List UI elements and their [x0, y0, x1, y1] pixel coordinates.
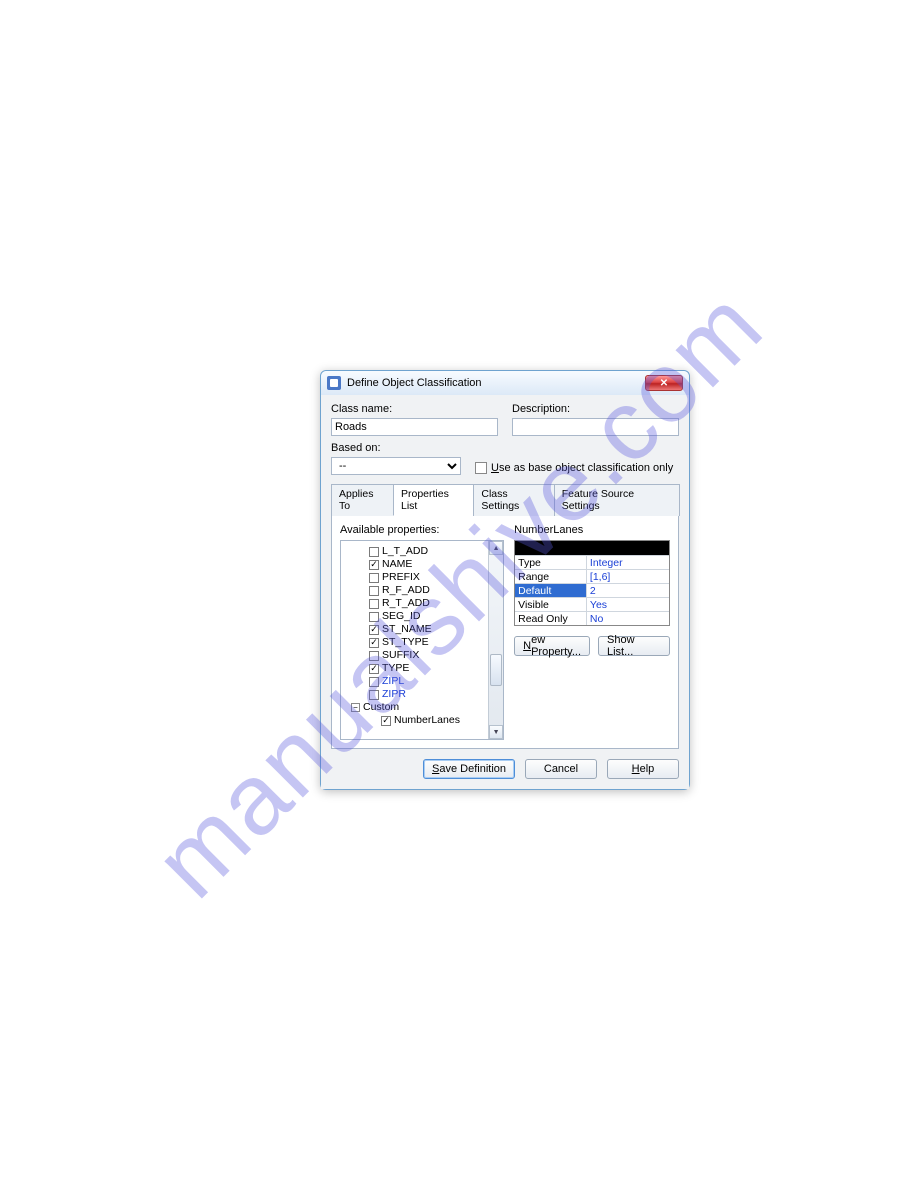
- tree-item[interactable]: R_F_ADD: [351, 584, 486, 597]
- tree-item[interactable]: NAME: [351, 558, 486, 571]
- define-object-classification-dialog: Define Object Classification ✕ Class nam…: [320, 370, 690, 790]
- checkbox-icon[interactable]: [381, 716, 391, 726]
- property-row[interactable]: Default2: [515, 583, 669, 597]
- tree-item-label: ST_TYPE: [382, 636, 429, 649]
- tree-item-label: PREFIX: [382, 571, 420, 584]
- tree-item[interactable]: TYPE: [351, 662, 486, 675]
- new-property-button[interactable]: New Property...: [514, 636, 590, 656]
- save-definition-button[interactable]: Save Definition: [423, 759, 515, 779]
- tree-group-label: Custom: [363, 701, 399, 714]
- tab-applies-to[interactable]: Applies To: [331, 484, 394, 516]
- property-key: Type: [515, 556, 586, 569]
- tree-item[interactable]: ST_TYPE: [351, 636, 486, 649]
- use-as-base-checkbox[interactable]: [475, 462, 487, 474]
- close-button[interactable]: ✕: [645, 375, 683, 391]
- based-on-label: Based on:: [331, 442, 461, 454]
- tree-item-label: NumberLanes: [394, 714, 460, 727]
- use-as-base-label: Use as base object classification only: [491, 462, 673, 474]
- checkbox-icon[interactable]: [369, 690, 379, 700]
- scroll-thumb[interactable]: [490, 654, 502, 686]
- app-icon: [327, 376, 341, 390]
- checkbox-icon[interactable]: [369, 573, 379, 583]
- class-name-input[interactable]: [331, 418, 498, 436]
- checkbox-icon[interactable]: [369, 664, 379, 674]
- property-key: Default: [515, 584, 586, 597]
- help-button[interactable]: Help: [607, 759, 679, 779]
- class-name-label: Class name:: [331, 403, 498, 415]
- property-row[interactable]: Read OnlyNo: [515, 611, 669, 625]
- property-value[interactable]: Yes: [586, 598, 669, 611]
- property-key: Read Only: [515, 612, 586, 625]
- show-list-button[interactable]: Show List...: [598, 636, 670, 656]
- tree-item[interactable]: SUFFIX: [351, 649, 486, 662]
- checkbox-icon[interactable]: [369, 677, 379, 687]
- tree-item[interactable]: PREFIX: [351, 571, 486, 584]
- property-row[interactable]: VisibleYes: [515, 597, 669, 611]
- tree-scrollbar[interactable]: ▲ ▼: [488, 541, 503, 739]
- tree-item-label: R_F_ADD: [382, 584, 430, 597]
- tree-item[interactable]: ST_NAME: [351, 623, 486, 636]
- tree-item[interactable]: SEG_ID: [351, 610, 486, 623]
- tree-item-label: ZIPL: [382, 675, 404, 688]
- tree-item-label: ZIPR: [382, 688, 406, 701]
- tree-item[interactable]: ZIPR: [351, 688, 486, 701]
- tree-item[interactable]: ZIPL: [351, 675, 486, 688]
- tab-feature-source-settings[interactable]: Feature Source Settings: [554, 484, 680, 516]
- property-key: Range: [515, 570, 586, 583]
- titlebar[interactable]: Define Object Classification ✕: [321, 371, 689, 395]
- property-value[interactable]: [1,6]: [586, 570, 669, 583]
- tree-item[interactable]: NumberLanes: [351, 714, 486, 727]
- available-properties-label: Available properties:: [340, 524, 504, 536]
- scroll-down-button[interactable]: ▼: [489, 725, 503, 739]
- cancel-button[interactable]: Cancel: [525, 759, 597, 779]
- checkbox-icon[interactable]: [369, 547, 379, 557]
- tab-strip: Applies To Properties List Class Setting…: [331, 483, 679, 516]
- tab-properties-list[interactable]: Properties List: [393, 484, 474, 516]
- checkbox-icon[interactable]: [369, 560, 379, 570]
- tree-item[interactable]: R_T_ADD: [351, 597, 486, 610]
- checkbox-icon[interactable]: [369, 612, 379, 622]
- tree-item-label: SEG_ID: [382, 610, 421, 623]
- checkbox-icon[interactable]: [369, 638, 379, 648]
- checkbox-icon[interactable]: [369, 651, 379, 661]
- based-on-select[interactable]: --: [331, 457, 461, 475]
- checkbox-icon[interactable]: [369, 625, 379, 635]
- property-value[interactable]: No: [586, 612, 669, 625]
- tree-group-custom[interactable]: −Custom: [351, 701, 486, 714]
- property-grid[interactable]: TypeIntegerRange[1,6]Default2VisibleYesR…: [514, 540, 670, 626]
- property-value[interactable]: 2: [586, 584, 669, 597]
- description-input[interactable]: [512, 418, 679, 436]
- checkbox-icon[interactable]: [369, 599, 379, 609]
- property-key: Visible: [515, 598, 586, 611]
- property-row[interactable]: Range[1,6]: [515, 569, 669, 583]
- checkbox-icon[interactable]: [369, 586, 379, 596]
- description-label: Description:: [512, 403, 679, 415]
- tree-item[interactable]: L_T_ADD: [351, 545, 486, 558]
- tab-class-settings[interactable]: Class Settings: [473, 484, 554, 516]
- tree-item-label: NAME: [382, 558, 412, 571]
- scroll-up-button[interactable]: ▲: [489, 541, 503, 555]
- collapse-icon[interactable]: −: [351, 703, 360, 712]
- property-grid-header: [515, 541, 669, 555]
- tree-item-label: ST_NAME: [382, 623, 432, 636]
- property-value[interactable]: Integer: [586, 556, 669, 569]
- background-table: [305, 160, 815, 264]
- property-row[interactable]: TypeInteger: [515, 555, 669, 569]
- close-icon: ✕: [660, 378, 668, 389]
- selected-property-name: NumberLanes: [514, 524, 670, 536]
- tree-item-label: TYPE: [382, 662, 409, 675]
- properties-tree[interactable]: L_T_ADDNAMEPREFIXR_F_ADDR_T_ADDSEG_IDST_…: [341, 541, 488, 739]
- tree-item-label: R_T_ADD: [382, 597, 430, 610]
- dialog-title: Define Object Classification: [347, 377, 639, 389]
- tree-item-label: L_T_ADD: [382, 545, 428, 558]
- tree-item-label: SUFFIX: [382, 649, 419, 662]
